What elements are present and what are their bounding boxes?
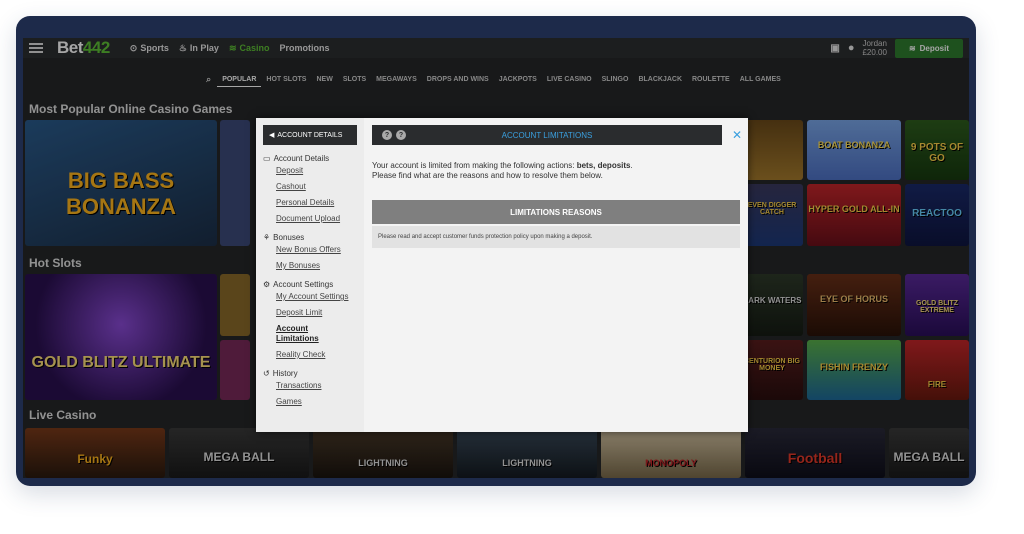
chevron-left-icon: ◀ xyxy=(269,132,275,139)
link-document-upload[interactable]: Document Upload xyxy=(263,214,363,224)
group-title: Bonuses xyxy=(273,233,305,242)
group-account-details: ▭ Account Details xyxy=(263,154,363,163)
message-line2: Please find what are the reasons and how… xyxy=(372,171,603,180)
history-icon: ↺ xyxy=(263,369,270,378)
limitation-reason-row: Please read and accept customer funds pr… xyxy=(372,226,740,248)
link-personal-details[interactable]: Personal Details xyxy=(263,198,363,208)
message-suffix: . xyxy=(630,161,633,170)
limitation-message: Your account is limited from making the … xyxy=(372,161,732,181)
panel-title: ACCOUNT LIMITATIONS xyxy=(501,130,593,140)
gift-icon: ⚘ xyxy=(263,233,271,242)
link-transactions[interactable]: Transactions xyxy=(263,381,363,391)
link-new-bonus-offers[interactable]: New Bonus Offers xyxy=(263,245,363,255)
gear-icon: ⚙ xyxy=(263,280,271,289)
account-sidebar: ◀ ACCOUNT DETAILS ▭ Account Details Depos… xyxy=(256,118,364,432)
group-history: ↺ History xyxy=(263,369,363,378)
limitations-reasons-header: LIMITATIONS REASONS xyxy=(372,200,740,224)
group-title: Account Settings xyxy=(273,280,334,289)
link-my-account-settings[interactable]: My Account Settings xyxy=(263,292,363,302)
account-menu: ▭ Account Details Deposit Cashout Persona… xyxy=(263,154,363,413)
account-limitations-panel: ? ? ACCOUNT LIMITATIONS ✕ Your account i… xyxy=(364,118,748,432)
group-title: History xyxy=(272,369,298,378)
account-modal: ◀ ACCOUNT DETAILS ▭ Account Details Depos… xyxy=(256,118,748,432)
link-deposit-limit[interactable]: Deposit Limit xyxy=(263,308,363,318)
account-details-button[interactable]: ◀ ACCOUNT DETAILS xyxy=(263,125,357,145)
device-frame: Bet442 ⊙ Sports ♨ In Play ≋ Casino Promotio… xyxy=(16,16,976,486)
id-card-icon: ▭ xyxy=(263,154,271,163)
message-prefix: Your account is limited from making the … xyxy=(372,161,577,170)
panel-header: ? ? ACCOUNT LIMITATIONS xyxy=(372,125,722,145)
link-cashout[interactable]: Cashout xyxy=(263,182,363,192)
link-deposit[interactable]: Deposit xyxy=(263,166,363,176)
link-account-limitations[interactable]: Account Limitations xyxy=(263,324,323,344)
message-actions: bets, deposits xyxy=(576,161,631,170)
link-reality-check[interactable]: Reality Check xyxy=(263,350,363,360)
link-games[interactable]: Games xyxy=(263,397,363,407)
back-label: ACCOUNT DETAILS xyxy=(277,131,343,139)
close-icon[interactable]: ✕ xyxy=(732,128,742,142)
link-my-bonuses[interactable]: My Bonuses xyxy=(263,261,363,271)
browser-screen: Bet442 ⊙ Sports ♨ In Play ≋ Casino Promotio… xyxy=(23,38,969,478)
group-bonuses: ⚘ Bonuses xyxy=(263,233,363,242)
group-account-settings: ⚙ Account Settings xyxy=(263,280,363,289)
group-title: Account Details xyxy=(273,154,330,163)
